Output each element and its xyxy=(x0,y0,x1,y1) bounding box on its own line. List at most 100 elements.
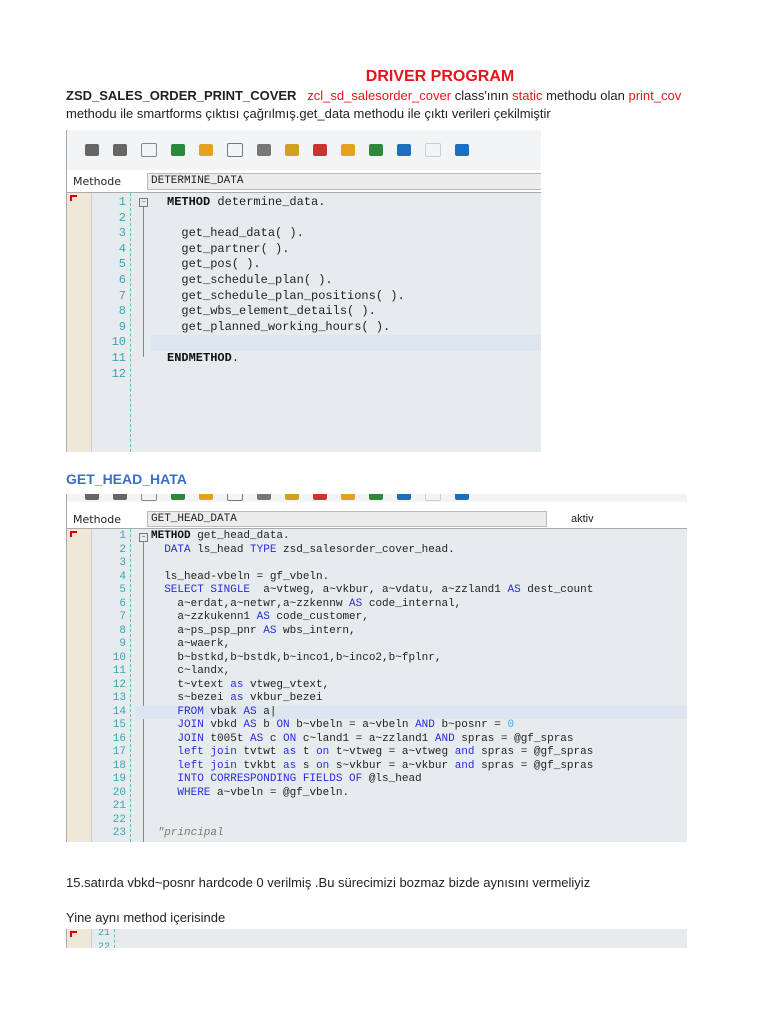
code-token: ls_head-vbeln = gf_vbeln. xyxy=(151,570,330,583)
code-line[interactable]: 11 c~landx, xyxy=(67,665,687,679)
line-number: 9 xyxy=(118,319,126,334)
table-icon[interactable] xyxy=(425,494,441,501)
code-line[interactable]: 19 INTO CORRESPONDING FIELDS OF @ls_head xyxy=(67,773,687,787)
navigate-icon[interactable] xyxy=(341,144,355,156)
code-line[interactable]: 7 a~zzkukenn1 AS code_customer, xyxy=(67,611,687,625)
code-keyword: AND xyxy=(415,719,435,731)
forward-arrow-icon[interactable] xyxy=(113,494,127,500)
code-line[interactable]: 8 a~ps_psp_pnr AS wbs_intern, xyxy=(67,625,687,639)
code-editor[interactable]: 21 22 xyxy=(67,929,687,948)
code-line[interactable]: 10 b~bstkd,b~bstdk,b~inco1,b~inco2,b~fpl… xyxy=(67,652,687,666)
line-number: 19 xyxy=(112,773,126,785)
code-token: vtweg_vtext, xyxy=(243,678,330,691)
code-line[interactable]: 1 METHOD get_head_data. xyxy=(67,530,687,544)
code-line[interactable]: 14 FROM vbak AS a| xyxy=(113,705,687,719)
code-token: get_pos( ). xyxy=(167,257,261,272)
code-line[interactable]: 20 WHERE a~vbeln = @gf_vbeln. xyxy=(67,787,687,801)
code-keyword: JOIN xyxy=(151,719,204,731)
line-number: 18 xyxy=(112,759,126,772)
object-list-icon[interactable] xyxy=(257,494,271,500)
code-line[interactable]: 7 get_schedule_plan_positions( ). xyxy=(67,289,541,305)
code-token: code_internal, xyxy=(362,597,462,610)
code-line[interactable]: 3 xyxy=(67,557,687,571)
hierarchy-icon[interactable] xyxy=(369,494,383,500)
check-icon[interactable] xyxy=(199,144,213,156)
code-line[interactable]: 5 SELECT SINGLE a~vtweg, a~vkbur, a~vdat… xyxy=(67,584,687,598)
code-line[interactable]: 2 DATA ls_head TYPE zsd_salesorder_cover… xyxy=(67,544,687,558)
code-token: t~vtweg = a~vtweg xyxy=(329,746,455,758)
code-line[interactable]: 4 ls_head-vbeln = gf_vbeln. xyxy=(67,571,687,585)
code-keyword: DATA xyxy=(151,543,191,556)
code-token: a~vtweg, a~vkbur, a~vdatu, a~zzland1 xyxy=(250,584,508,596)
stack-icon[interactable] xyxy=(397,494,411,500)
object-list-icon[interactable] xyxy=(257,144,271,156)
code-line[interactable]: 22 xyxy=(67,941,687,949)
activate-icon[interactable] xyxy=(171,494,185,500)
code-line[interactable]: 13 s~bezei as vkbur_bezei xyxy=(67,692,687,706)
code-line[interactable]: 18 left join tvkbt as s on s~vkbur = a~v… xyxy=(67,760,687,774)
code-line[interactable]: 2 xyxy=(67,211,541,227)
code-line[interactable]: 3 get_head_data( ). xyxy=(67,226,541,242)
code-line[interactable]: 9 get_planned_working_hours( ). xyxy=(67,320,541,336)
code-editor[interactable]: −1 METHOD determine_data. 2 3 get_head_data… xyxy=(67,192,541,452)
back-arrow-icon[interactable] xyxy=(85,494,99,500)
code-line[interactable]: 21 xyxy=(67,929,687,941)
check-icon[interactable] xyxy=(199,494,213,500)
method-field[interactable]: GET_HEAD_DATA xyxy=(147,511,547,527)
code-editor[interactable]: −1 METHOD get_head_data. 2 DATA ls_head TY… xyxy=(67,528,687,842)
breakpoint-icon[interactable] xyxy=(313,144,327,156)
code-token: a~vbeln = @gf_vbeln. xyxy=(210,786,350,799)
code-line[interactable]: 9 a~waerk, xyxy=(67,638,687,652)
code-line[interactable]: 21 xyxy=(67,800,687,814)
code-line[interactable]: 6 a~erdat,a~netwr,a~zzkennw AS code_inte… xyxy=(67,598,687,612)
code-token: b xyxy=(256,719,277,731)
line-number: 1 xyxy=(119,530,126,542)
stack-icon[interactable] xyxy=(397,144,411,156)
code-line[interactable]: 12 xyxy=(67,367,541,383)
code-keyword: AND xyxy=(434,732,455,745)
code-line[interactable]: 8 get_wbs_element_details( ). xyxy=(67,304,541,320)
back-arrow-icon[interactable] xyxy=(85,144,99,156)
code-line[interactable]: 10 xyxy=(112,335,541,351)
code-line[interactable]: 17 left join tvtwt as t on t~vtweg = a~v… xyxy=(67,746,687,760)
code-keyword: as xyxy=(230,678,244,691)
code-line[interactable]: 12 t~vtext as vtweg_vtext, xyxy=(67,679,687,693)
line-number: 11 xyxy=(112,665,126,677)
code-line[interactable]: 4 get_partner( ). xyxy=(67,242,541,258)
code-token: t xyxy=(296,746,317,758)
code-text: ENDMETHOD. xyxy=(167,351,239,367)
code-text: get_wbs_element_details( ). xyxy=(167,304,375,320)
navigate-icon[interactable] xyxy=(341,494,355,500)
code-line[interactable]: 22 xyxy=(67,814,687,828)
code-line[interactable]: 6 get_schedule_plan( ). xyxy=(67,273,541,289)
code-line[interactable]: 15 JOIN vbkd AS b ON b~vbeln = a~vbeln A… xyxy=(67,719,687,733)
code-line[interactable]: 1 METHOD determine_data. xyxy=(67,195,541,211)
info-icon[interactable] xyxy=(455,144,469,156)
pretty-printer-icon[interactable] xyxy=(285,494,299,500)
where-used-icon[interactable] xyxy=(227,494,243,501)
line-number: 21 xyxy=(97,929,110,939)
code-token: s xyxy=(296,759,317,772)
code-text: a~zzkukenn1 AS code_customer, xyxy=(151,611,368,625)
method-label: Methode xyxy=(73,513,122,526)
forward-arrow-icon[interactable] xyxy=(113,144,127,156)
code-line[interactable]: 11 ENDMETHOD. xyxy=(67,351,541,367)
where-used-icon[interactable] xyxy=(227,143,243,157)
line-number: 6 xyxy=(119,597,126,610)
display-change-icon[interactable] xyxy=(141,143,157,157)
activate-icon[interactable] xyxy=(171,144,185,156)
sap-editor-screenshot-2: Methode GET_HEAD_DATA aktiv −1 METHOD get… xyxy=(66,494,687,842)
line-number: 12 xyxy=(112,678,126,691)
info-icon[interactable] xyxy=(455,494,469,500)
table-icon[interactable] xyxy=(425,143,441,157)
hierarchy-icon[interactable] xyxy=(369,144,383,156)
display-change-icon[interactable] xyxy=(141,494,157,501)
line-number: 21 xyxy=(112,800,126,812)
pretty-printer-icon[interactable] xyxy=(285,144,299,156)
code-line[interactable]: 16 JOIN t005t AS c ON c~land1 = a~zzland… xyxy=(67,733,687,747)
method-field[interactable]: DETERMINE_DATA xyxy=(147,173,541,190)
code-line[interactable]: 23 "principal xyxy=(67,827,687,841)
code-line[interactable]: 5 get_pos( ). xyxy=(67,257,541,273)
code-token: c xyxy=(263,732,284,745)
breakpoint-icon[interactable] xyxy=(313,494,327,500)
